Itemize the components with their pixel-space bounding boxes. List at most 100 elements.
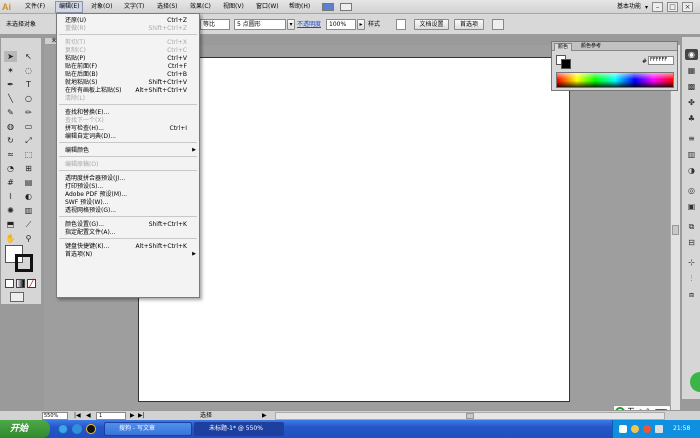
blend-tool-icon[interactable]: ◐ [22,191,35,202]
color-guide-icon[interactable]: ▦ [685,65,698,76]
gradient-panel-icon[interactable]: ▥ [685,149,698,160]
menu-help[interactable]: 帮助(H) [286,2,313,12]
brush-select[interactable]: 5 点圆形 [234,19,286,30]
opacity-input[interactable]: 100% [326,19,356,30]
lasso-tool-icon[interactable]: ◌ [22,65,35,76]
edit-menu-item[interactable]: 指定配置文件(A)... [57,228,199,237]
type-tool-icon[interactable]: T [22,79,35,90]
layers-icon[interactable]: ⧉ [685,221,698,232]
magic-wand-tool-icon[interactable]: ✶ [4,65,17,76]
prev-page-icon[interactable]: ◀ [86,412,91,419]
edit-menu-item[interactable]: 首选项(N) ▶ [57,250,199,259]
hscroll-thumb[interactable] [466,413,474,419]
artboard-tool-icon[interactable]: ⬒ [4,219,17,230]
graphic-styles-icon[interactable]: ▣ [685,201,698,212]
tray-shield-icon[interactable] [631,425,639,433]
menu-window[interactable]: 窗口(W) [253,2,282,12]
edit-menu-item[interactable]: 编辑自定词典(D)... [57,132,199,141]
menu-effect[interactable]: 效果(C) [187,2,214,12]
transparency-icon[interactable]: ◑ [685,165,698,176]
symbols-icon[interactable]: ♣ [685,113,698,124]
pencil-tool-icon[interactable]: ✏ [22,107,35,118]
pen-tool-icon[interactable]: ✒ [4,79,17,90]
slice-tool-icon[interactable]: ⟋ [22,219,35,230]
paintbrush-tool-icon[interactable]: ✎ [4,107,17,118]
screen-mode-icon[interactable] [10,292,24,302]
free-transform-tool-icon[interactable]: ⬚ [22,149,35,160]
warp-tool-icon[interactable]: ≈ [4,149,17,160]
qq-icon[interactable] [86,424,96,434]
none-mode-icon[interactable]: ╱ [27,279,36,288]
perspective-grid-tool-icon[interactable]: ⊞ [22,163,35,174]
edit-menu-item[interactable]: 编辑颜色 ▶ [57,146,199,155]
horizontal-scrollbar[interactable] [275,412,665,420]
brushes-icon[interactable]: ✤ [685,97,698,108]
align-panel-icon[interactable]: ⫶ [685,273,698,284]
brush-dropdown-button[interactable]: ▾ [287,19,295,30]
appearance-icon[interactable]: ◎ [685,185,698,196]
document-setup-button[interactable]: 文档设置 [414,19,449,30]
ellipse-tool-icon[interactable]: ○ [22,93,35,104]
line-tool-icon[interactable]: ╲ [4,93,17,104]
align-icon[interactable] [492,19,504,30]
opacity-link[interactable]: 不透明度 [297,21,321,28]
zoom-tool-icon[interactable]: ⚲ [22,233,35,244]
menu-select[interactable]: 选择(S) [154,2,181,12]
menu-object[interactable]: 对象(O) [88,2,115,12]
maximize-icon[interactable]: □ [667,2,678,12]
menu-file[interactable]: 文件(F) [22,2,48,12]
hex-input[interactable]: FFFFFF [648,56,674,65]
shape-builder-tool-icon[interactable]: ◔ [4,163,17,174]
opacity-dropdown-button[interactable]: ▸ [357,19,365,30]
eraser-tool-icon[interactable]: ▭ [22,121,35,132]
gradient-mode-icon[interactable] [16,279,25,288]
rotate-tool-icon[interactable]: ↻ [4,135,17,146]
color-panel-icon[interactable]: ◉ [685,49,698,60]
artboard[interactable] [138,57,570,402]
scale-tool-icon[interactable]: ⤢ [22,135,35,146]
task-sogou[interactable]: 搜狗 - 写文章 [104,422,192,436]
last-page-icon[interactable]: ▶| [138,412,145,419]
tab-color-guide[interactable]: 颜色参考 [578,43,604,51]
transform-icon[interactable]: ⊹ [685,257,698,268]
menu-view[interactable]: 视图(V) [220,2,247,12]
minimize-icon[interactable]: – [652,2,663,12]
color-mode-icon[interactable] [5,279,14,288]
edit-menu-item[interactable]: 透视网格预设(G)... [57,206,199,215]
color-spectrum[interactable] [556,72,674,88]
workspace-switcher[interactable]: 基本功能 [617,3,641,11]
blob-brush-tool-icon[interactable]: ◍ [4,121,17,132]
quicklaunch-icon[interactable] [72,424,82,434]
start-button[interactable]: 开始 [0,420,50,438]
status-arrow-icon[interactable]: ▶ [262,412,267,419]
close-icon[interactable]: × [682,2,693,12]
stroke-panel-icon[interactable]: ≡ [685,133,698,144]
arrange-documents-icon[interactable] [340,3,352,11]
panel-stroke-swatch[interactable] [561,59,571,69]
gradient-tool-icon[interactable]: ▤ [22,177,35,188]
tab-color[interactable]: 颜色 [554,43,573,51]
first-page-icon[interactable]: |◀ [74,412,81,419]
selection-tool-icon[interactable]: ➤ [4,51,17,62]
eyedropper-tool-icon[interactable]: ⌇ [4,191,17,202]
symbol-sprayer-tool-icon[interactable]: ✺ [4,205,17,216]
pathfinder-icon[interactable]: ⧈ [685,289,698,300]
bridge-icon[interactable] [322,3,334,11]
hand-tool-icon[interactable]: ✋ [4,233,17,244]
task-illustrator[interactable]: 未标题-1* @ 550% [194,422,284,436]
scrollbar-thumb[interactable] [672,225,679,235]
tray-ime-icon[interactable] [619,425,627,433]
swatches-icon[interactable]: ▩ [685,81,698,92]
ie-icon[interactable] [58,424,68,434]
menu-edit[interactable]: 编辑(E) [55,1,84,13]
menu-type[interactable]: 文字(T) [121,2,147,12]
column-graph-tool-icon[interactable]: ▥ [22,205,35,216]
style-swatch[interactable] [396,19,406,30]
page-select[interactable]: 1 [96,412,126,420]
direct-selection-tool-icon[interactable]: ↖ [22,51,35,62]
tray-antivirus-icon[interactable] [643,425,651,433]
stroke-profile-select[interactable]: 等比 [200,19,230,30]
vertical-scrollbar[interactable] [670,45,680,410]
zoom-select[interactable]: 550% [42,412,68,420]
stroke-swatch[interactable] [15,254,33,272]
